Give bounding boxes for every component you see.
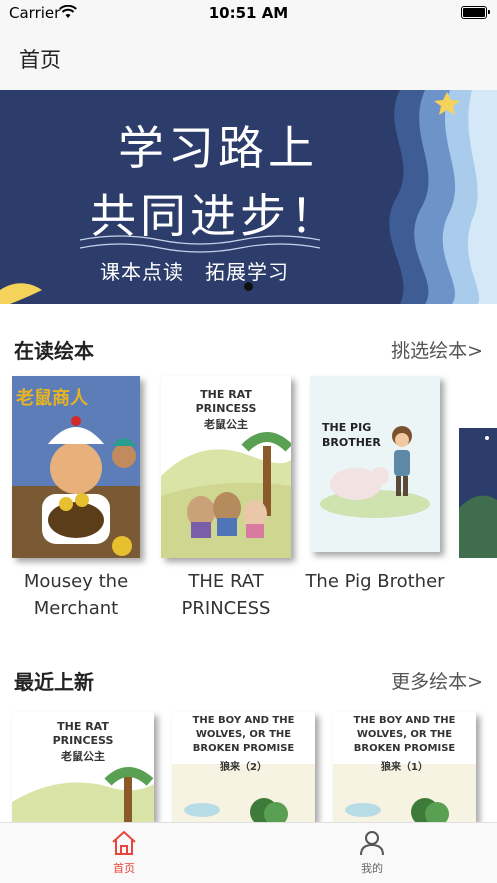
status-bar: Carrier 10:51 AM: [0, 0, 497, 28]
home-icon: [112, 831, 136, 855]
book-cover: 老鼠商人: [12, 376, 140, 558]
tab-profile-label: 我的: [361, 862, 383, 875]
book-cover-subtitle: 狼来（1）: [381, 762, 428, 773]
book-cover-subtitle: 狼来（2）: [220, 762, 267, 773]
more-books-link[interactable]: 更多绘本>: [391, 667, 483, 694]
user-icon: [360, 831, 384, 856]
book-cover-title: 老鼠商人: [16, 388, 88, 409]
pick-books-link[interactable]: 挑选绘本>: [391, 336, 483, 363]
book-title: THE RAT PRINCESS: [181, 571, 271, 619]
book-cover-title: THE BOY AND THE WOLVES, OR THE BROKEN PR…: [353, 715, 456, 754]
recent-section-title: 最近上新: [14, 670, 94, 694]
nav-bar: 首页: [0, 28, 497, 90]
carousel-indicator-dot[interactable]: [244, 282, 253, 291]
book-title: Mousey the Merchant: [23, 571, 129, 619]
battery-icon: [461, 6, 490, 19]
book-cover-title: THE RAT PRINCESS: [195, 388, 257, 415]
book-cover: THE BOY AND THE WOLVES, OR THE BROKEN PR…: [333, 712, 476, 822]
book-cover-title: THE RAT PRINCESS: [52, 720, 114, 747]
reading-section-title: 在读绘本: [14, 339, 94, 363]
banner-headline-2: 共同进步！: [90, 189, 340, 243]
book-title: The Pig Brother: [305, 571, 445, 592]
book-cover-title: THE BOY AND THE WOLVES, OR THE BROKEN PR…: [192, 715, 295, 754]
book-cover-title: THE PIG BROTHER: [322, 421, 381, 449]
tab-profile[interactable]: 我的: [332, 829, 412, 876]
book-cover-subtitle: 老鼠公主: [204, 418, 248, 431]
book-cover-art: [310, 376, 440, 552]
reading-book-card-partial[interactable]: [459, 428, 497, 558]
book-cover: THE RAT PRINCESS 老鼠公主: [12, 712, 154, 822]
book-cover: THE PIG BROTHER: [310, 376, 440, 552]
status-time: 10:51 AM: [208, 4, 289, 22]
tab-home[interactable]: 首页: [84, 829, 164, 876]
banner-subtitle: 课本点读 拓展学习: [100, 260, 289, 284]
book-cover: THE BOY AND THE WOLVES, OR THE BROKEN PR…: [172, 712, 315, 822]
banner-carousel[interactable]: 学习路上 共同进步！ 课本点读 拓展学习: [0, 90, 497, 304]
tab-home-label: 首页: [113, 862, 135, 875]
book-cover: THE RAT PRINCESS 老鼠公主: [161, 376, 291, 558]
tab-bar: 首页 我的: [0, 822, 497, 883]
banner-headline-1: 学习路上: [118, 121, 318, 175]
book-cover-subtitle: 老鼠公主: [61, 750, 105, 763]
book-cover-art: [459, 428, 497, 558]
page-title: 首页: [19, 48, 61, 72]
